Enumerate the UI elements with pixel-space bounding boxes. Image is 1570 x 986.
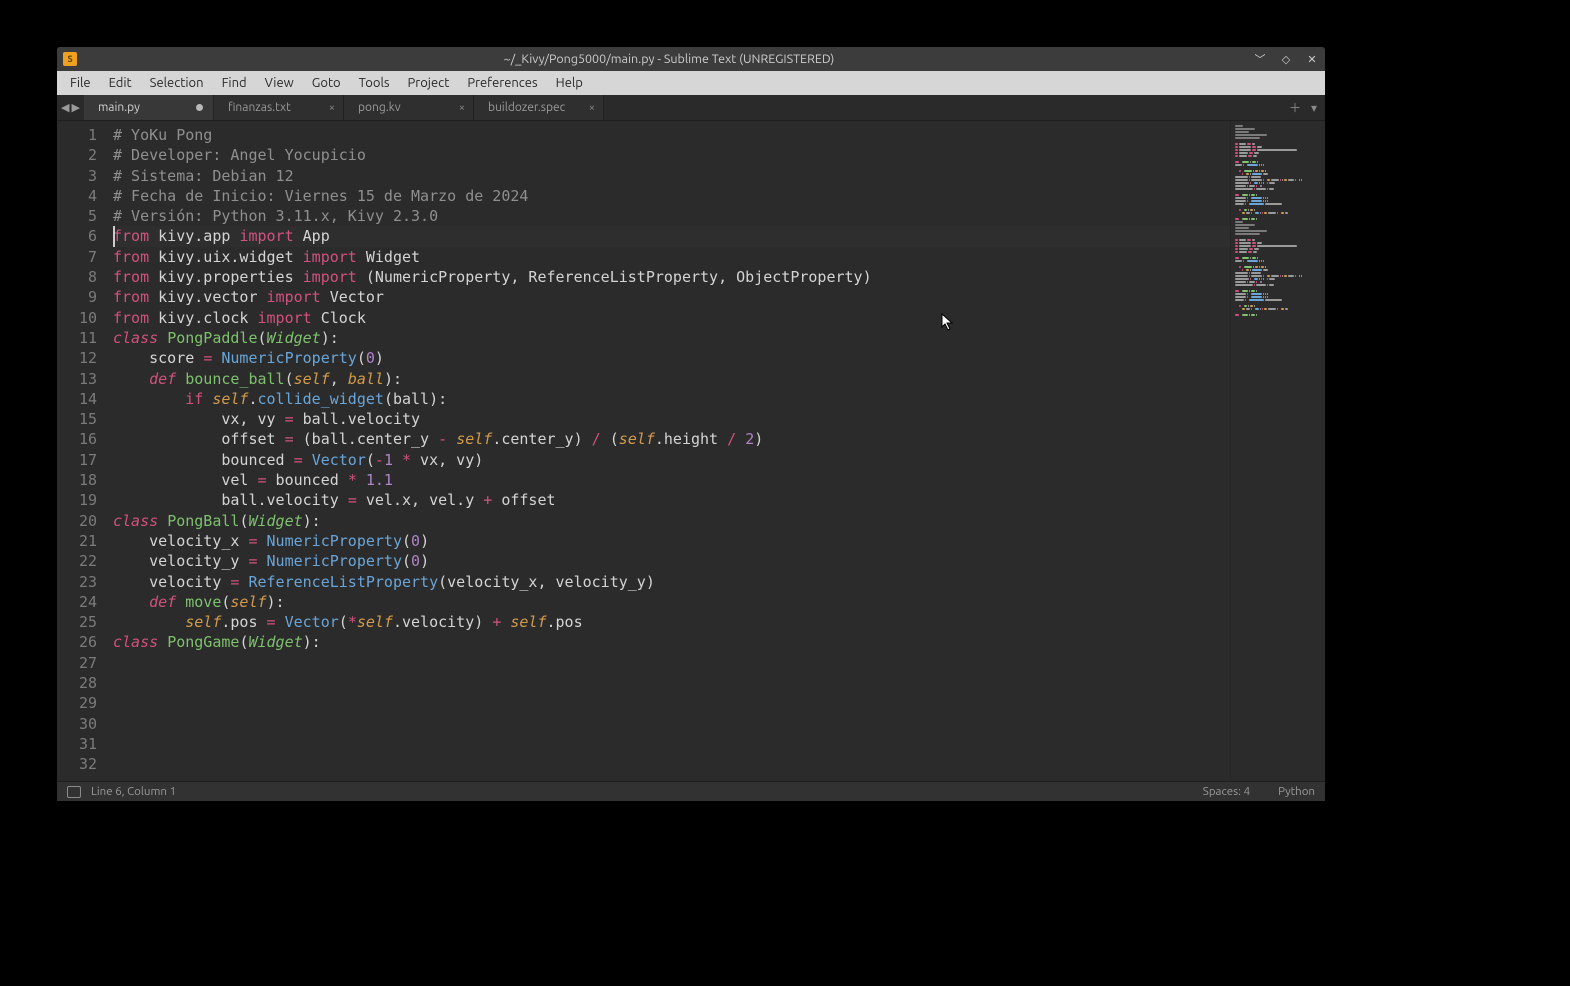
tab-label: pong.kv xyxy=(358,101,401,114)
tab-finanzas-txt[interactable]: finanzas.txt × xyxy=(214,95,344,120)
code-line[interactable]: velocity = ReferenceListProperty(velocit… xyxy=(113,572,1230,592)
code-line[interactable]: velocity_y = NumericProperty(0) xyxy=(113,551,1230,571)
tab-close-icon[interactable]: × xyxy=(459,102,465,114)
code-line[interactable]: class PongBall(Widget): xyxy=(113,511,1230,531)
code-line[interactable]: from kivy.properties import (NumericProp… xyxy=(113,267,1230,287)
close-button[interactable]: ✕ xyxy=(1305,52,1319,66)
code-line[interactable]: from kivy.uix.widget import Widget xyxy=(113,247,1230,267)
tab-close-icon[interactable]: × xyxy=(329,102,335,114)
tab-bar: ◀ ▶ main.pyfinanzas.txt×pong.kv×buildoze… xyxy=(57,95,1325,121)
code-line[interactable]: velocity_x = NumericProperty(0) xyxy=(113,531,1230,551)
tab-close-icon[interactable]: × xyxy=(589,102,595,114)
tab-label: main.py xyxy=(98,101,140,114)
menu-project[interactable]: Project xyxy=(399,76,459,90)
code-line[interactable]: # Sistema: Debian 12 xyxy=(113,166,1230,186)
code-line[interactable]: class PongPaddle(Widget): xyxy=(113,328,1230,348)
code-line[interactable]: # YoKu Pong xyxy=(113,125,1230,145)
side-panel-toggle-icon[interactable] xyxy=(67,786,81,798)
window-title: ~/_Kivy/Pong5000/main.py - Sublime Text … xyxy=(85,52,1253,66)
tab-overflow-button[interactable]: ▾ xyxy=(1311,101,1317,115)
syntax-status[interactable]: Python xyxy=(1278,785,1315,798)
minimize-button[interactable]: ﹀ xyxy=(1253,52,1267,66)
code-line[interactable]: vx, vy = ball.velocity xyxy=(113,409,1230,429)
tab-pong-kv[interactable]: pong.kv × xyxy=(344,95,474,120)
tab-buildozer-spec[interactable]: buildozer.spec × xyxy=(474,95,604,120)
history-forward-icon[interactable]: ▶ xyxy=(71,101,79,114)
code-line[interactable]: score = NumericProperty(0) xyxy=(113,348,1230,368)
menu-preferences[interactable]: Preferences xyxy=(458,76,546,90)
code-line[interactable]: bounced = Vector(-1 * vx, vy) xyxy=(113,450,1230,470)
code-line[interactable]: from kivy.clock import Clock xyxy=(113,308,1230,328)
editor-area: 1234567891011121314151617181920212223242… xyxy=(57,121,1325,781)
history-back-icon[interactable]: ◀ xyxy=(61,101,69,114)
dirty-indicator-icon xyxy=(196,104,203,111)
app-icon: S xyxy=(63,52,77,66)
cursor-position-status[interactable]: Line 6, Column 1 xyxy=(91,785,176,798)
menu-tools[interactable]: Tools xyxy=(350,76,399,90)
menu-find[interactable]: Find xyxy=(213,76,256,90)
code-line[interactable]: # Fecha de Inicio: Viernes 15 de Marzo d… xyxy=(113,186,1230,206)
code-line[interactable]: ball.velocity = vel.x, vel.y + offset xyxy=(113,490,1230,510)
code-editor[interactable]: # YoKu Pong# Developer: Angel Yocupicio#… xyxy=(107,121,1230,781)
menu-file[interactable]: File xyxy=(61,76,100,90)
tab-label: buildozer.spec xyxy=(488,101,565,114)
menu-selection[interactable]: Selection xyxy=(141,76,213,90)
code-line[interactable]: vel = bounced * 1.1 xyxy=(113,470,1230,490)
app-window: S ~/_Kivy/Pong5000/main.py - Sublime Tex… xyxy=(57,47,1325,801)
new-tab-button[interactable]: ＋ xyxy=(1289,99,1301,116)
code-line[interactable]: def move(self): xyxy=(113,592,1230,612)
tab-label: finanzas.txt xyxy=(228,101,291,114)
title-bar[interactable]: S ~/_Kivy/Pong5000/main.py - Sublime Tex… xyxy=(57,47,1325,71)
status-bar: Line 6, Column 1 Spaces: 4 Python xyxy=(57,781,1325,801)
code-line[interactable]: def bounce_ball(self, ball): xyxy=(113,369,1230,389)
code-line[interactable]: offset = (ball.center_y - self.center_y)… xyxy=(113,429,1230,449)
maximize-button[interactable]: ◇ xyxy=(1279,52,1293,66)
line-number-gutter[interactable]: 1234567891011121314151617181920212223242… xyxy=(57,121,107,781)
code-line[interactable]: from kivy.vector import Vector xyxy=(113,287,1230,307)
menu-help[interactable]: Help xyxy=(547,76,592,90)
minimap[interactable] xyxy=(1230,121,1325,781)
code-line[interactable]: class PongGame(Widget): xyxy=(113,632,1230,652)
menu-goto[interactable]: Goto xyxy=(303,76,350,90)
indent-status[interactable]: Spaces: 4 xyxy=(1203,785,1250,798)
code-line[interactable]: self.pos = Vector(*self.velocity) + self… xyxy=(113,612,1230,632)
menu-edit[interactable]: Edit xyxy=(100,76,141,90)
menu-view[interactable]: View xyxy=(256,76,303,90)
code-line[interactable]: # Developer: Angel Yocupicio xyxy=(113,145,1230,165)
code-line[interactable]: # Versión: Python 3.11.x, Kivy 2.3.0 xyxy=(113,206,1230,226)
tab-main-py[interactable]: main.py xyxy=(84,95,214,120)
code-line[interactable]: if self.collide_widget(ball): xyxy=(113,389,1230,409)
menu-bar: FileEditSelectionFindViewGotoToolsProjec… xyxy=(57,71,1325,95)
